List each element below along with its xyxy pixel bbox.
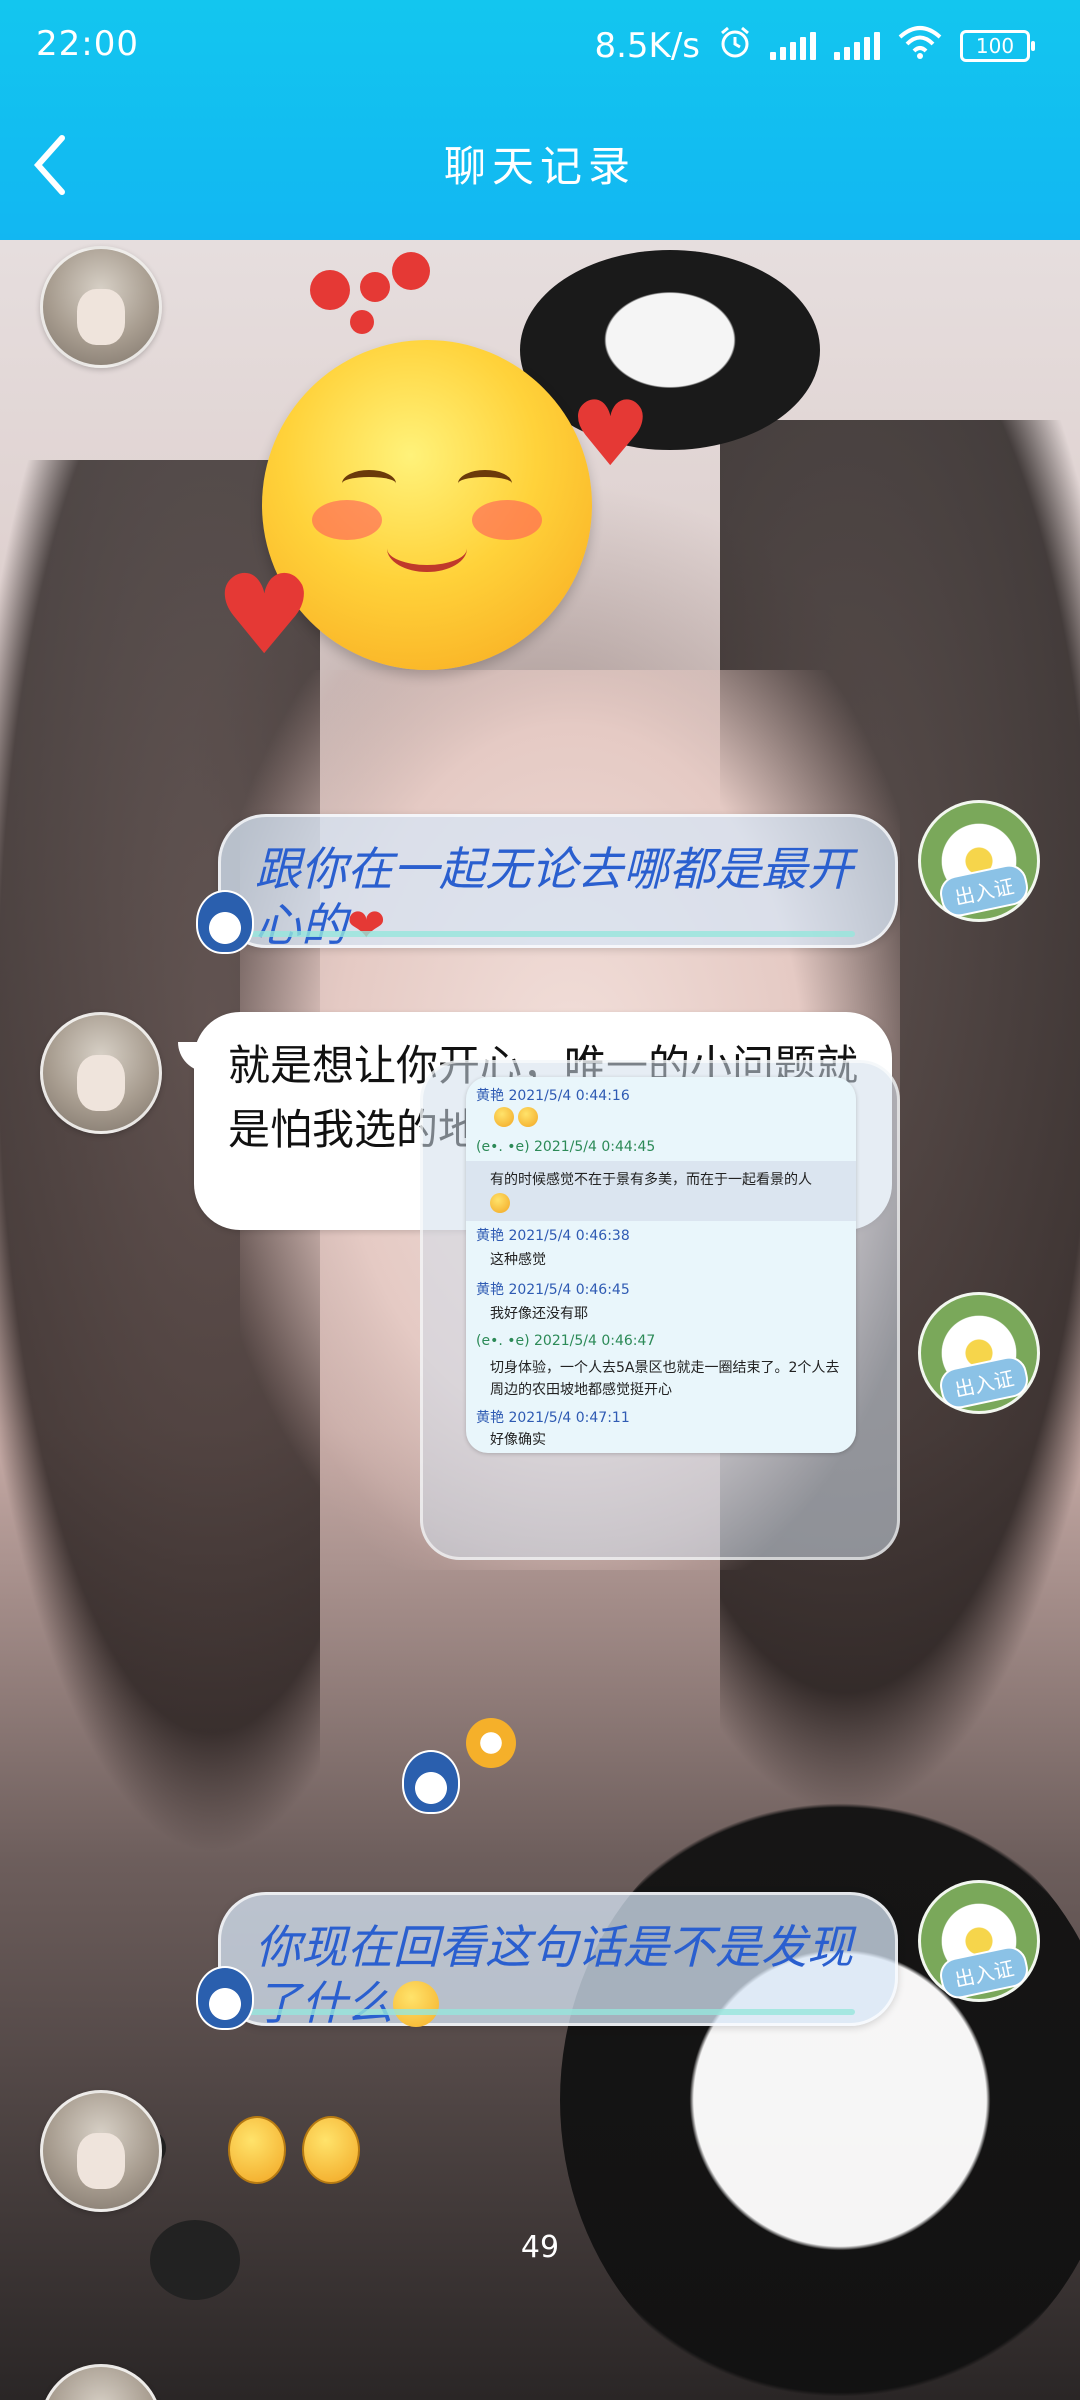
chat-history-screen: 22:00 8.5K/s 100 聊天记录 ♥ ♥ 出入证 跟你在一起无论去哪都… [0, 0, 1080, 2400]
heart-dot [392, 252, 430, 290]
chat-screenshot-image[interactable]: 黄艳 2021/5/4 0:44:16 (e•. •e) 2021/5/4 0:… [466, 1077, 856, 1453]
emoji-row [490, 1193, 514, 1213]
avatar[interactable] [40, 2090, 162, 2212]
screenshot-line: 好像确实 [490, 1432, 546, 1448]
heart-dot [350, 310, 374, 334]
screenshot-line: 有的时候感觉不在于景有多美，而在于一起看景的人 [490, 1172, 812, 1188]
side-eye-emoji-icon[interactable] [228, 2116, 286, 2184]
time-hint: 49 [520, 2230, 560, 2265]
wifi-icon [898, 25, 942, 68]
message-bubble[interactable]: 你现在回看这句话是不是发现了什么 [218, 1892, 898, 2030]
signal-hd-icon [834, 32, 880, 60]
header: 22:00 8.5K/s 100 聊天记录 [0, 0, 1080, 240]
heart-icon: ♥ [215, 551, 314, 679]
screenshot-line: 黄艳 2021/5/4 0:46:45 [476, 1282, 630, 1298]
screenshot-line: (e•. •e) 2021/5/4 0:46:47 [476, 1333, 656, 1349]
signal-icon [770, 32, 816, 60]
screenshot-line: 切身体验，一个人去5A景区也就走一圈结束了。2个人去 [490, 1360, 840, 1376]
screenshot-line: 我好像还没有耶 [490, 1306, 588, 1322]
avatar[interactable] [40, 2364, 162, 2400]
heart-dot [360, 272, 390, 302]
avatar[interactable] [40, 246, 162, 368]
alarm-icon [718, 25, 752, 68]
screenshot-line: 这种感觉 [490, 1252, 546, 1268]
bubble-wave [241, 2009, 855, 2015]
avatar[interactable] [40, 1012, 162, 1134]
penguin-icon [196, 890, 254, 954]
net-speed: 8.5K/s [594, 26, 700, 66]
page-title: 聊天记录 [443, 142, 636, 191]
chat-area[interactable]: ♥ ♥ 出入证 跟你在一起无论去哪都是最开心的❤ 就是想让你开心，唯一的小问题就… [0, 240, 1080, 2400]
bear-sticker [560, 1790, 1080, 2400]
status-icons: 8.5K/s 100 [594, 18, 1035, 74]
side-eye-emoji-icon[interactable] [302, 2116, 360, 2184]
screenshot-line: 周边的农田坡地都感觉挺开心 [490, 1382, 672, 1398]
heart-icon: ❤ [347, 898, 386, 952]
penguin-icon [196, 1966, 254, 2030]
screenshot-line: (e•. •e) 2021/5/4 0:44:45 [476, 1139, 656, 1155]
doge-emoji-icon [466, 1718, 516, 1768]
penguin-icon [402, 1750, 460, 1814]
screenshot-line: 黄艳 2021/5/4 0:44:16 [476, 1088, 630, 1104]
status-bar: 22:00 8.5K/s 100 [0, 0, 1080, 90]
screenshot-line: 黄艳 2021/5/4 0:47:11 [476, 1410, 630, 1426]
emoji-row [494, 1107, 542, 1127]
heart-dot [310, 270, 350, 310]
status-time: 22:00 [36, 24, 139, 64]
screenshot-line: 黄艳 2021/5/4 0:46:38 [476, 1228, 630, 1244]
doge-emoji-icon [393, 1981, 439, 2027]
message-bubble[interactable]: 跟你在一起无论去哪都是最开心的❤ [218, 814, 898, 952]
heart-icon: ♥ [570, 382, 651, 487]
bubble-wave [241, 931, 855, 937]
battery-icon: 100 [960, 30, 1035, 62]
